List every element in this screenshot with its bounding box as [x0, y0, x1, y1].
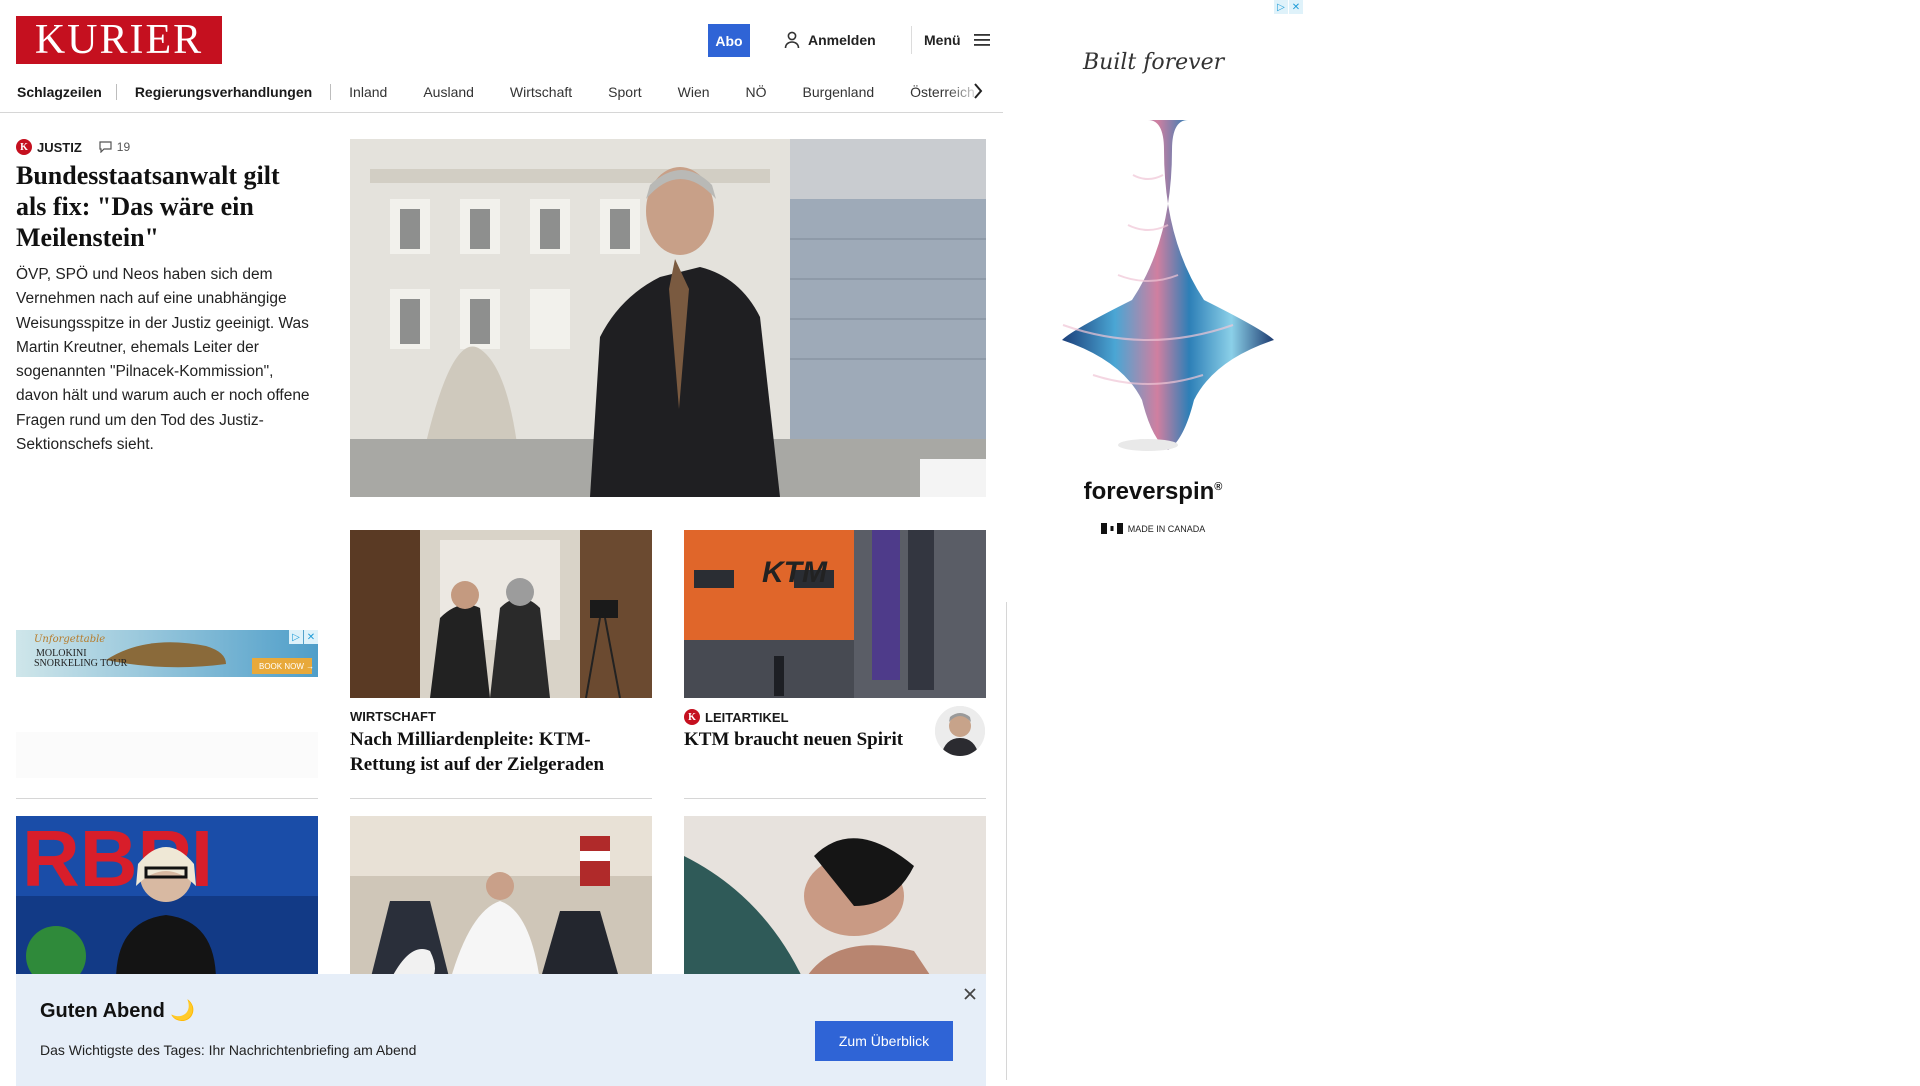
ad-brand-registered: ® [1214, 481, 1223, 493]
kurier-k-icon: K [684, 709, 700, 725]
nav-item-burgenland[interactable]: Burgenland [785, 84, 893, 100]
card-image-wirtschaft[interactable] [350, 530, 652, 698]
nav-item-wien[interactable]: Wien [660, 84, 728, 100]
adchoices-icon[interactable]: ▷ [1274, 0, 1288, 14]
ad-line3: SNORKELING TOUR [34, 658, 128, 669]
card-title-wirtschaft[interactable]: Nach Milliardenpleite: KTM-Rettung ist a… [350, 727, 650, 777]
lead-headline[interactable]: Bundesstaatsanwalt gilt als fix: "Das wä… [16, 160, 316, 253]
user-icon [784, 31, 800, 49]
login-button[interactable]: Anmelden [784, 28, 876, 52]
author-avatar[interactable] [935, 706, 985, 756]
canada-flag-icon [1100, 523, 1123, 534]
ad-tagline: Built forever [1083, 50, 1225, 75]
comment-icon [99, 141, 112, 153]
card-image-bottom-middle[interactable] [350, 816, 652, 981]
lead-category: JUSTIZ [37, 139, 82, 155]
molokini-ad[interactable]: Unforgettable MOLOKINI SNORKELING TOUR B… [16, 630, 318, 677]
card-image-bottom-left[interactable]: RBPI [16, 816, 318, 981]
divider [16, 798, 318, 799]
close-icon[interactable]: ✕ [1289, 0, 1303, 14]
banner-close-button[interactable] [960, 984, 980, 1004]
hamburger-icon [973, 34, 990, 46]
card-kicker-leitartikel[interactable]: K LEITARTIKEL [684, 709, 789, 725]
close-icon[interactable]: ✕ [304, 630, 318, 644]
card-image-bottom-right[interactable] [684, 816, 986, 981]
foreverspin-ad[interactable]: ▷ ✕ Built forever foreverspin® MADE IN CA… [1003, 0, 1303, 602]
nav-item-noe[interactable]: NÖ [728, 84, 785, 100]
lead-teaser[interactable]: ÖVP, SPÖ und Neos haben sich dem Vernehm… [16, 263, 316, 457]
card-kicker-wirtschaft[interactable]: WIRTSCHAFT [350, 709, 436, 724]
card-title-leitartikel[interactable]: KTM braucht neuen Spirit [684, 727, 924, 752]
ad-brand-name: foreverspin [1083, 478, 1215, 505]
card-kicker-leitartikel-label: LEITARTIKEL [705, 709, 789, 725]
nav-item-wirtschaft[interactable]: Wirtschaft [492, 84, 590, 100]
lead-kicker[interactable]: K JUSTIZ 19 [16, 139, 130, 155]
main-column: KURIER Abo Anmelden Menü Schlagzeilen Re… [0, 0, 1007, 1086]
ad-placeholder [16, 732, 318, 778]
ad-origin: MADE IN CANADA [1003, 523, 1303, 534]
card-image-leitartikel[interactable]: KTM [684, 530, 986, 698]
comment-count-value: 19 [116, 140, 131, 154]
menu-label: Menü [924, 32, 961, 48]
banner-title: Guten Abend 🌙 [40, 1000, 196, 1022]
svg-text:KTM: KTM [762, 556, 828, 589]
nav-item-regierungsverhandlungen[interactable]: Regierungsverhandlungen [117, 84, 330, 100]
menu-button[interactable]: Menü [924, 28, 991, 52]
spinning-top-graphic [1062, 120, 1274, 451]
comment-count[interactable]: 19 [99, 140, 130, 154]
abo-button[interactable]: Abo [708, 24, 750, 57]
login-label: Anmelden [808, 32, 876, 48]
kurier-k-icon: K [16, 139, 32, 155]
kurier-logo[interactable]: KURIER [16, 16, 222, 64]
chevron-right-icon [974, 83, 983, 99]
ad-brand: foreverspin® [1003, 478, 1303, 506]
adchoices-icon[interactable]: ▷ [289, 630, 303, 644]
banner-subtitle: Das Wichtigste des Tages: Ihr Nachrichte… [40, 1042, 417, 1058]
ad-line1: Unforgettable [34, 634, 106, 645]
ad-origin-text: MADE IN CANADA [1127, 523, 1206, 534]
divider [684, 798, 986, 799]
divider [350, 798, 652, 799]
nav-scroll-right-button[interactable] [968, 81, 988, 101]
ad-choices[interactable]: ▷ ✕ [289, 630, 318, 644]
ad-choices[interactable]: ▷ ✕ [1274, 0, 1303, 14]
ad-cta: BOOK NOW → [259, 662, 315, 671]
nav-item-sport[interactable]: Sport [590, 84, 659, 100]
header-divider [911, 26, 912, 54]
section-nav: Schlagzeilen Regierungsverhandlungen Inl… [0, 72, 1006, 113]
lead-image[interactable] [350, 139, 986, 497]
logo-text: KURIER [34, 17, 204, 63]
evening-briefing-banner: Guten Abend 🌙 Das Wichtigste des Tages: … [16, 974, 986, 1086]
overview-button[interactable]: Zum Überblick [815, 1021, 953, 1061]
nav-item-schlagzeilen[interactable]: Schlagzeilen [0, 84, 116, 100]
nav-item-ausland[interactable]: Ausland [405, 84, 492, 100]
close-icon [964, 988, 976, 1000]
nav-item-inland[interactable]: Inland [331, 84, 405, 100]
